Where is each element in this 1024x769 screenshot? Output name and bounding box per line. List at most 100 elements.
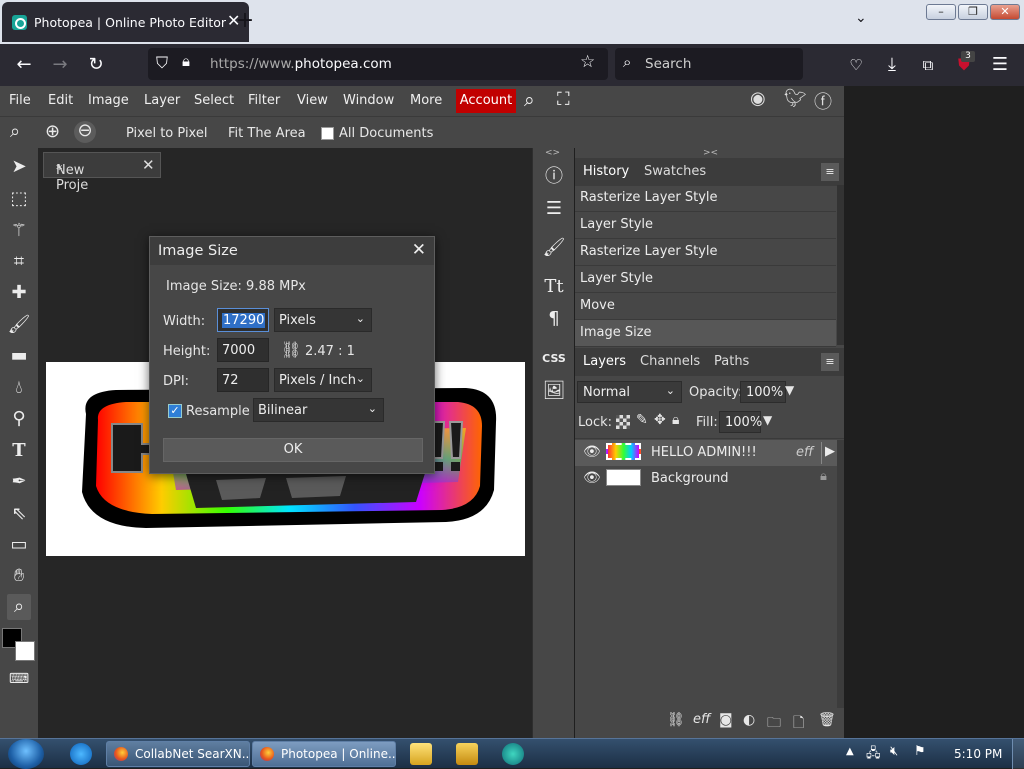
zoom-in-icon[interactable]: ⊕ <box>45 121 60 142</box>
action-center-flag-icon[interactable]: ⚑ <box>914 744 926 759</box>
tab-channels[interactable]: Channels <box>640 354 700 369</box>
network-icon[interactable]: 🖧 <box>866 744 881 766</box>
dpi-input[interactable]: 72 <box>217 368 269 392</box>
character-icon[interactable]: Tt <box>541 274 567 300</box>
opacity-input[interactable]: 100% <box>740 381 786 403</box>
width-unit-select[interactable]: Pixels ⌄ <box>274 308 372 332</box>
fullscreen-icon[interactable]: ⛶ <box>557 89 570 110</box>
zoom-out-icon[interactable]: ⊖ <box>74 121 96 143</box>
pen-tool-icon[interactable]: ✒︎ <box>7 469 31 495</box>
zoom-tool-icon[interactable]: ⌕ <box>7 594 31 620</box>
menu-window[interactable]: Window <box>343 93 394 108</box>
lock-image-icon[interactable]: ✎ <box>636 412 648 428</box>
window-close-button[interactable]: ✕ <box>990 4 1020 20</box>
lock-all-icon[interactable]: 🔒︎ <box>672 412 679 428</box>
gradient-tool-icon[interactable]: ▬ <box>7 343 31 369</box>
add-effect-button[interactable]: eff <box>693 712 710 727</box>
show-desktop-button[interactable] <box>1012 739 1024 769</box>
reddit-icon[interactable]: ◉ <box>750 88 766 109</box>
add-mask-icon[interactable]: ◙ <box>719 712 733 728</box>
document-tab[interactable]: New Proje * ✕ <box>43 152 161 193</box>
brush-tool-icon[interactable]: 🖌︎ <box>7 312 31 338</box>
brush-settings-icon[interactable]: 🖌︎ <box>541 235 567 261</box>
history-panel-menu-icon[interactable]: ≡ <box>821 163 839 181</box>
menu-select[interactable]: Select <box>194 93 234 108</box>
forward-arrow-icon[interactable]: → <box>48 54 72 76</box>
tab-paths[interactable]: Paths <box>714 354 749 369</box>
back-arrow-icon[interactable]: ← <box>12 54 36 76</box>
new-tab-button[interactable]: + <box>234 8 256 34</box>
search-input[interactable]: ⌕ Search <box>615 48 803 80</box>
start-button[interactable] <box>8 739 44 769</box>
menu-layer[interactable]: Layer <box>144 93 180 108</box>
height-input[interactable]: 7000 <box>217 338 269 362</box>
taskbar-button-photopea[interactable]: Photopea | Online... <box>252 741 396 767</box>
expand-arrows-icon[interactable]: >< <box>703 148 718 158</box>
new-layer-icon[interactable]: 🗋 <box>793 712 804 736</box>
move-tool-icon[interactable]: ➤ <box>7 154 31 180</box>
dialog-close-icon[interactable]: ✕ <box>412 240 426 260</box>
dpi-unit-select[interactable]: Pixels / Inch ⌄ <box>274 368 372 392</box>
image-icon[interactable]: 🖼︎ <box>541 378 567 404</box>
expand-effects-icon[interactable]: ▶ <box>825 444 835 459</box>
bookmark-star-icon[interactable]: ☆ <box>580 52 595 72</box>
document-close-icon[interactable]: ✕ <box>142 156 155 174</box>
adjustments-icon[interactable]: ☰ <box>541 196 567 222</box>
menu-edit[interactable]: Edit <box>48 93 73 108</box>
tab-history[interactable]: History <box>583 164 629 179</box>
search-icon[interactable]: ⌕ <box>524 89 535 111</box>
hand-tool-icon[interactable]: ✋︎ <box>7 563 31 589</box>
quick-mask-icon[interactable]: ⌨ <box>7 666 31 692</box>
paragraph-icon[interactable]: ¶ <box>541 306 567 332</box>
taskbar-clock[interactable]: 5:10 PM <box>954 747 1002 761</box>
path-select-tool-icon[interactable]: ⇖ <box>7 501 31 527</box>
media-player-icon[interactable] <box>456 743 478 765</box>
layers-panel-menu-icon[interactable]: ≡ <box>821 353 839 371</box>
lock-icon[interactable]: 🔒︎ <box>182 52 190 70</box>
resample-method-select[interactable]: Bilinear ⌄ <box>253 398 384 422</box>
blur-tool-icon[interactable]: 💧︎ <box>7 375 31 401</box>
hamburger-menu-icon[interactable]: ☰ <box>988 54 1012 76</box>
magic-wand-tool-icon[interactable]: ⚚ <box>7 218 31 244</box>
adjustment-layer-icon[interactable]: ◐ <box>743 712 755 728</box>
text-tool-icon[interactable]: T <box>7 438 31 464</box>
twitter-icon[interactable]: 🐦︎ <box>784 88 807 109</box>
history-item[interactable]: Image Size <box>575 320 836 347</box>
fill-dropdown-icon[interactable]: ▼ <box>763 413 772 427</box>
layer-row-background[interactable]: 👁︎ Background 🔒︎ <box>575 466 844 492</box>
delete-layer-trash-icon[interactable]: 🗑 <box>818 712 836 728</box>
window-restore-button[interactable]: ❐ <box>958 4 988 20</box>
history-item[interactable]: Rasterize Layer Style <box>575 239 836 266</box>
fill-input[interactable]: 100% <box>719 411 762 433</box>
history-item[interactable]: Layer Style <box>575 212 836 239</box>
tab-layers[interactable]: Layers <box>583 354 626 369</box>
ie-icon[interactable] <box>70 743 92 765</box>
layer-row-hello-admin[interactable]: 👁︎ HELLO ADMIN!!! eff ▶ <box>575 440 844 466</box>
healing-brush-tool-icon[interactable]: ✚ <box>7 280 31 306</box>
volume-muted-icon[interactable]: 🔇︎ <box>890 744 898 759</box>
tab-swatches[interactable]: Swatches <box>644 164 706 179</box>
crop-tool-icon[interactable]: ⌗ <box>7 249 31 275</box>
extensions-icon[interactable]: ⧉ <box>916 54 940 76</box>
menu-filter[interactable]: Filter <box>248 93 280 108</box>
history-item[interactable]: Layer Style <box>575 266 836 293</box>
taskbar-button-searxng[interactable]: CollabNet SearXN... <box>106 741 250 767</box>
fit-the-area-button[interactable]: Fit The Area <box>228 126 306 141</box>
visibility-eye-icon[interactable]: 👁︎ <box>583 444 601 460</box>
explorer-folder-icon[interactable] <box>410 743 432 765</box>
opacity-dropdown-icon[interactable]: ▼ <box>785 383 794 397</box>
history-scrollbar[interactable] <box>837 185 844 345</box>
info-icon[interactable]: ⓘ <box>541 164 567 190</box>
css-icon[interactable]: CSS <box>541 346 567 372</box>
app-icon[interactable] <box>502 743 524 765</box>
all-documents-checkbox[interactable] <box>321 127 334 140</box>
shield-icon[interactable]: ⛉ <box>156 53 168 73</box>
ok-button[interactable]: OK <box>163 438 423 462</box>
menu-file[interactable]: File <box>9 93 31 108</box>
reload-icon[interactable]: ↻ <box>84 54 108 76</box>
blend-mode-select[interactable]: Normal ⌄ <box>577 381 682 403</box>
browser-tab-photopea[interactable]: Photopea | Online Photo Editor ✕ <box>2 2 249 42</box>
account-button[interactable]: Account <box>456 89 516 113</box>
dodge-tool-icon[interactable]: ⚲ <box>7 406 31 432</box>
dialog-header[interactable]: Image Size ✕ <box>150 237 434 265</box>
